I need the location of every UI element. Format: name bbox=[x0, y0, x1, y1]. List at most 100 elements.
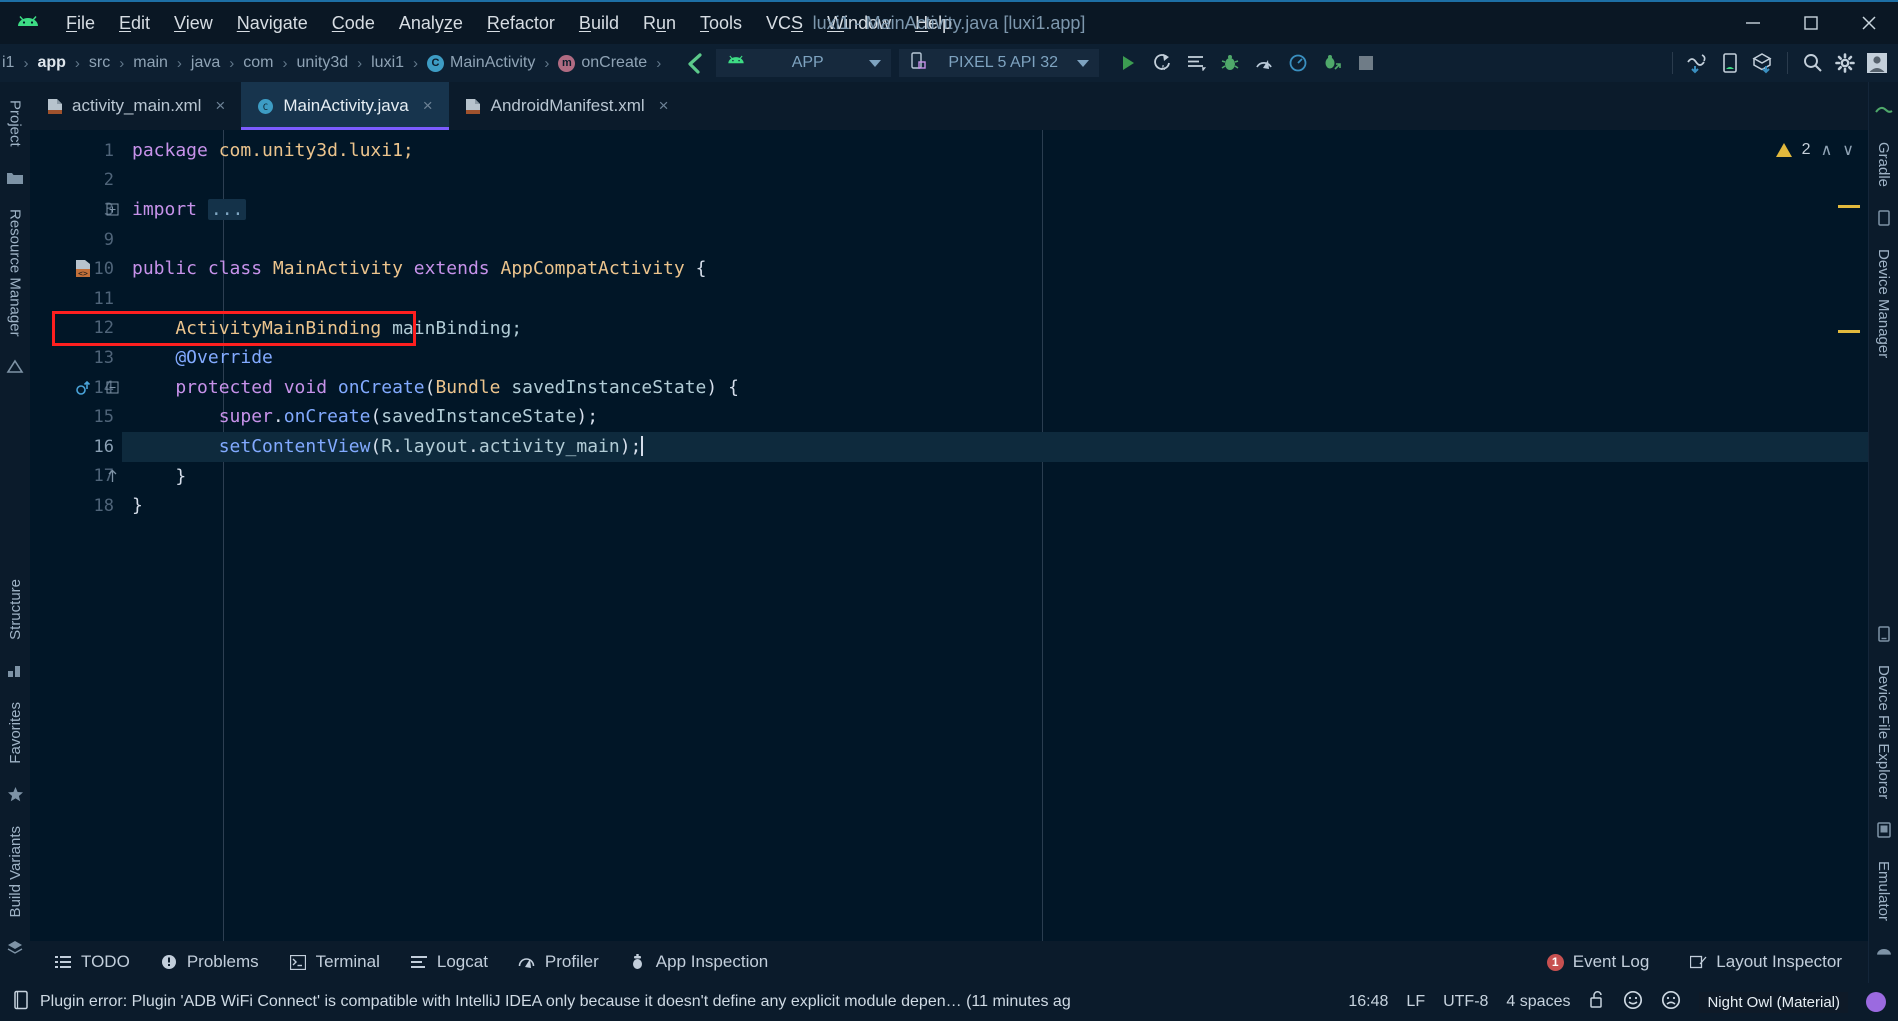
status-notification-icon[interactable] bbox=[12, 990, 30, 1015]
sidebar-item-structure[interactable]: Structure bbox=[1, 569, 30, 650]
code-line[interactable] bbox=[122, 166, 1868, 196]
theme-indicator[interactable]: Night Owl (Material) bbox=[1699, 991, 1848, 1013]
breadcrumb-item-unity3d[interactable]: unity3d bbox=[295, 54, 351, 72]
tab-androidmanifest-xml[interactable]: AndroidManifest.xml × bbox=[449, 82, 685, 130]
code-line[interactable]: import ... bbox=[122, 195, 1868, 225]
user-avatar-icon[interactable] bbox=[1866, 992, 1886, 1012]
sidebar-item-project[interactable]: Project bbox=[1, 90, 30, 157]
maximize-button[interactable] bbox=[1782, 1, 1840, 45]
sidebar-item-device-manager[interactable]: Device Manager bbox=[1869, 239, 1898, 368]
close-icon[interactable]: × bbox=[659, 96, 669, 116]
project-icon[interactable] bbox=[4, 167, 26, 189]
line-number[interactable]: 16 bbox=[30, 432, 122, 462]
sidebar-item-build-variants[interactable]: Build Variants bbox=[1, 816, 30, 927]
code-line[interactable]: } bbox=[122, 462, 1868, 492]
close-icon[interactable]: × bbox=[423, 96, 433, 116]
tool-window-layout-inspector[interactable]: Layout Inspector bbox=[1677, 948, 1854, 976]
menu-view[interactable]: View bbox=[162, 9, 225, 38]
menu-vcs[interactable]: VCS bbox=[754, 9, 815, 38]
code-line[interactable] bbox=[122, 225, 1868, 255]
breadcrumb-item-src[interactable]: src bbox=[87, 54, 112, 72]
code-line[interactable] bbox=[122, 284, 1868, 314]
breadcrumb-item-luxi1[interactable]: luxi1 bbox=[369, 54, 406, 72]
sidebar-item-emulator[interactable]: Emulator bbox=[1869, 851, 1898, 931]
tool-window-event-log[interactable]: 1 Event Log bbox=[1535, 948, 1662, 976]
line-number[interactable]: 11 bbox=[30, 284, 122, 314]
sidebar-item-favorites[interactable]: Favorites bbox=[1, 692, 30, 774]
device-selector[interactable]: PIXEL 5 API 32 bbox=[899, 49, 1100, 77]
device-manager-icon[interactable] bbox=[1873, 207, 1895, 229]
user-account-icon[interactable] bbox=[1862, 48, 1892, 78]
menu-file[interactable]: File bbox=[54, 9, 107, 38]
menu-run[interactable]: Run bbox=[631, 9, 688, 38]
code-line[interactable]: public class MainActivity extends AppCom… bbox=[122, 254, 1868, 284]
menu-edit[interactable]: Edit bbox=[107, 9, 162, 38]
unlocked-icon[interactable] bbox=[1588, 990, 1605, 1014]
override-gutter-icon[interactable] bbox=[74, 378, 94, 398]
line-number[interactable]: 10 <> bbox=[30, 254, 122, 284]
code-line[interactable]: protected void onCreate(Bundle savedInst… bbox=[122, 373, 1868, 403]
menu-refactor[interactable]: Refactor bbox=[475, 9, 567, 38]
code-line[interactable]: ActivityMainBinding mainBinding; bbox=[122, 314, 1868, 344]
line-number[interactable]: 2 bbox=[30, 166, 122, 196]
stop-icon[interactable] bbox=[1351, 48, 1381, 78]
sidebar-item-resource-manager[interactable]: Resource Manager bbox=[1, 199, 30, 347]
breadcrumb-item-oncreate[interactable]: m onCreate bbox=[556, 54, 649, 72]
minimize-button[interactable] bbox=[1724, 1, 1782, 45]
inspection-widget[interactable]: 2 ∧ ∨ bbox=[1775, 140, 1854, 160]
make-project-icon[interactable] bbox=[682, 51, 706, 75]
chevron-down-icon[interactable]: ∨ bbox=[1842, 140, 1854, 160]
code-fold-expand-icon[interactable] bbox=[106, 202, 122, 218]
happy-face-icon[interactable] bbox=[1623, 990, 1643, 1015]
line-number[interactable]: 9 bbox=[30, 225, 122, 255]
chevron-up-icon[interactable]: ∧ bbox=[1821, 140, 1833, 160]
tool-window-profiler[interactable]: Profiler bbox=[506, 948, 611, 976]
tab-activity-main-xml[interactable]: activity_main.xml × bbox=[30, 82, 241, 130]
breadcrumb-item-app[interactable]: app bbox=[35, 54, 67, 72]
code-line[interactable]: super.onCreate(savedInstanceState); bbox=[122, 402, 1868, 432]
breadcrumb-item-main[interactable]: main bbox=[131, 54, 170, 72]
device-file-explorer-icon[interactable] bbox=[1873, 623, 1895, 645]
code-content[interactable]: package com.unity3d.luxi1; import ... publ… bbox=[122, 130, 1868, 941]
star-icon[interactable] bbox=[4, 784, 26, 806]
tab-mainactivity-java[interactable]: C MainActivity.java × bbox=[241, 82, 449, 130]
attach-debugger-icon[interactable] bbox=[1317, 48, 1347, 78]
code-fold-collapse-icon[interactable] bbox=[106, 380, 122, 396]
menu-tools[interactable]: Tools bbox=[688, 9, 754, 38]
line-number[interactable]: 12 bbox=[30, 314, 122, 344]
line-number[interactable]: 18 bbox=[30, 491, 122, 521]
tool-window-terminal[interactable]: Terminal bbox=[277, 948, 392, 976]
code-line[interactable]: setContentView(R.layout.activity_main); bbox=[122, 431, 1868, 462]
tool-window-app-inspection[interactable]: App Inspection bbox=[617, 948, 780, 976]
code-line[interactable]: package com.unity3d.luxi1; bbox=[122, 136, 1868, 166]
tool-window-logcat[interactable]: Logcat bbox=[398, 948, 500, 976]
settings-gear-icon[interactable] bbox=[1830, 48, 1860, 78]
status-encoding[interactable]: UTF-8 bbox=[1443, 993, 1488, 1011]
sad-face-icon[interactable] bbox=[1661, 990, 1681, 1015]
menu-window[interactable]: Window bbox=[815, 9, 903, 38]
structure-icon[interactable] bbox=[4, 660, 26, 682]
android-small-icon[interactable] bbox=[1873, 941, 1895, 963]
apply-changes-icon[interactable]: A bbox=[1147, 48, 1177, 78]
profile-icon[interactable] bbox=[1283, 48, 1313, 78]
line-number[interactable]: 15 bbox=[30, 402, 122, 432]
sdk-manager-icon[interactable] bbox=[1747, 48, 1777, 78]
gradle-icon[interactable] bbox=[1873, 100, 1895, 122]
build-variants-icon[interactable] bbox=[4, 937, 26, 959]
breadcrumb-item-java[interactable]: java bbox=[189, 54, 222, 72]
menu-build[interactable]: Build bbox=[567, 9, 631, 38]
run-with-coverage-icon[interactable] bbox=[1249, 48, 1279, 78]
run-icon[interactable] bbox=[1113, 48, 1143, 78]
menu-code[interactable]: Code bbox=[320, 9, 387, 38]
run-configuration-selector[interactable]: APP bbox=[716, 49, 892, 77]
debug-icon[interactable] bbox=[1215, 48, 1245, 78]
line-number[interactable]: 13 bbox=[30, 343, 122, 373]
menu-navigate[interactable]: Navigate bbox=[225, 9, 320, 38]
status-line-separator[interactable]: LF bbox=[1406, 993, 1425, 1011]
sidebar-item-device-file-explorer[interactable]: Device File Explorer bbox=[1869, 655, 1898, 809]
tool-window-problems[interactable]: Problems bbox=[148, 948, 271, 976]
breadcrumb-item-mainactivity[interactable]: C MainActivity bbox=[425, 54, 537, 72]
avd-manager-icon[interactable] bbox=[1715, 48, 1745, 78]
device-manager-icon[interactable] bbox=[1683, 48, 1713, 78]
status-message[interactable]: Plugin error: Plugin 'ADB WiFi Connect' … bbox=[40, 993, 1071, 1011]
